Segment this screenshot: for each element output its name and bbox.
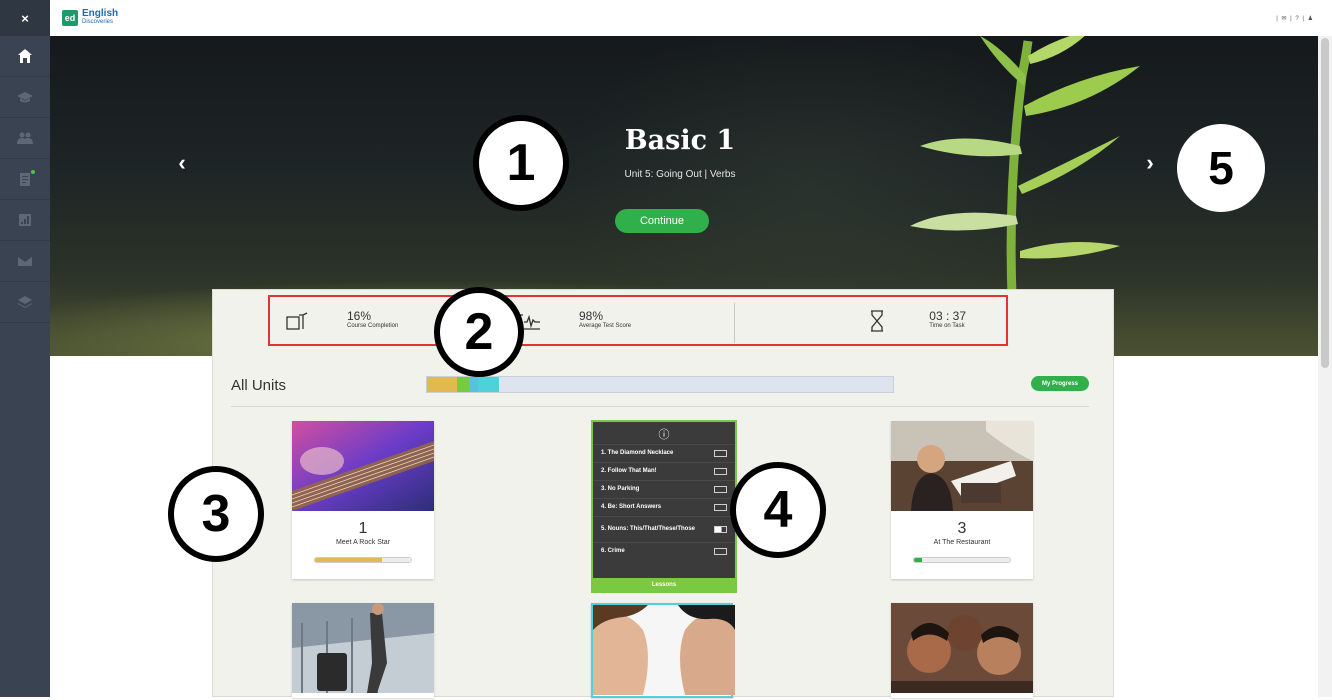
- course-panel: 16% Course Completion 98% Average Test S…: [212, 289, 1114, 698]
- logo-badge: ed: [62, 10, 78, 26]
- people-icon: [17, 132, 33, 144]
- stat-value: 03 : 37: [929, 308, 966, 323]
- units-progress-strip: [426, 376, 894, 393]
- lesson-status-box: [714, 526, 727, 533]
- stat-value: 98%: [579, 308, 604, 323]
- unit-progress-fill: [315, 558, 383, 562]
- stat-label: Course Completion: [347, 322, 399, 329]
- sidebar-item-messages[interactable]: [0, 241, 50, 282]
- unit-progress-bar: [913, 557, 1011, 563]
- unit-card-1[interactable]: 1 Meet A Rock Star: [291, 421, 435, 579]
- sidebar-item-library[interactable]: [0, 282, 50, 323]
- unit-6-image: [891, 603, 1033, 693]
- my-progress-button[interactable]: My Progress: [1031, 376, 1089, 391]
- unit-5-image: [593, 605, 735, 695]
- callout-4: 4: [730, 462, 826, 558]
- lesson-name: 3. No Parking: [601, 486, 640, 492]
- previous-course-button[interactable]: ‹: [172, 148, 192, 178]
- lesson-item[interactable]: 2. Follow That Man!: [593, 462, 735, 480]
- unit-number: 1: [358, 520, 368, 537]
- lesson-name: 5. Nouns: This/That/These/Those: [601, 526, 696, 532]
- lesson-name: 2. Follow That Man!: [601, 468, 657, 474]
- book-icon: [18, 296, 32, 308]
- stat-label: Time on Task: [929, 322, 965, 329]
- section-divider: [231, 406, 1089, 407]
- lesson-status-box: [714, 504, 727, 511]
- sidebar: ×: [0, 0, 50, 697]
- logo-title: English: [82, 8, 119, 19]
- logo-text: English Discoveries: [82, 9, 118, 27]
- all-units-heading: All Units: [231, 377, 287, 394]
- unit-4-image: [292, 603, 434, 693]
- unit-name: At The Restaurant: [933, 539, 991, 546]
- unit-card-5[interactable]: [591, 603, 735, 698]
- progress-segment: [468, 377, 479, 392]
- unit-1-image: [291, 421, 435, 511]
- lesson-status-box: [714, 450, 727, 457]
- lesson-status-box: [714, 548, 727, 555]
- callout-2: 2: [434, 287, 524, 377]
- scrollbar-thumb[interactable]: [1321, 38, 1329, 368]
- sidebar-item-home[interactable]: [0, 36, 50, 77]
- lessons-tab[interactable]: Lessons: [593, 578, 735, 591]
- progress-segment: [457, 377, 469, 392]
- page-scrollbar[interactable]: [1318, 36, 1332, 697]
- header-utilities[interactable]: | ✉ | ? | ♟: [1276, 15, 1314, 22]
- unit-name: Meet A Rock Star: [335, 539, 391, 546]
- stat-average-test-score: 98% Average Test Score: [502, 297, 734, 344]
- sidebar-item-courses[interactable]: [0, 77, 50, 118]
- hourglass-icon: [871, 309, 884, 332]
- sidebar-item-assignments[interactable]: [0, 159, 50, 200]
- top-bar: ed English Discoveries | ✉ | ? | ♟: [50, 0, 1332, 36]
- course-current-unit: Unit 5: Going Out | Verbs: [624, 169, 736, 180]
- course-title: Basic 1: [624, 125, 736, 156]
- stat-label: Average Test Score: [579, 322, 632, 329]
- unit-card-4[interactable]: [292, 603, 434, 698]
- callout-1: 1: [473, 115, 569, 211]
- logo-subtitle: Discoveries: [82, 19, 114, 25]
- sidebar-item-reports[interactable]: [0, 200, 50, 241]
- stat-value: 16%: [347, 308, 372, 323]
- progress-segment: [478, 377, 500, 392]
- close-menu-button[interactable]: ×: [0, 0, 50, 36]
- home-icon: [18, 49, 32, 63]
- unit-3-image: [891, 421, 1033, 511]
- lesson-name: 6. Crime: [601, 548, 625, 554]
- graduation-cap-icon: [17, 92, 33, 103]
- mail-icon: [18, 257, 32, 266]
- unit-2-lessons-card[interactable]: ⓘ 1. The Diamond Necklace 2. Follow That…: [591, 420, 737, 593]
- unit-progress-bar: [314, 557, 412, 563]
- course-stats-bar: 16% Course Completion 98% Average Test S…: [268, 295, 1008, 346]
- notification-dot: [31, 170, 35, 174]
- lesson-status-box: [714, 468, 727, 475]
- lesson-item[interactable]: 3. No Parking: [593, 480, 735, 498]
- unit-progress-fill: [914, 558, 922, 562]
- lesson-item[interactable]: 1. The Diamond Necklace: [593, 444, 735, 462]
- sidebar-item-community[interactable]: [0, 118, 50, 159]
- stat-time-on-task: 03 : 37 Time on Task: [734, 297, 1006, 344]
- report-icon: [19, 214, 31, 226]
- lesson-name: 4. Be: Short Answers: [601, 504, 662, 510]
- callout-5: 5: [1177, 124, 1265, 212]
- continue-button[interactable]: Continue: [615, 209, 709, 233]
- completion-flag-icon: [286, 311, 308, 330]
- lesson-item[interactable]: 5. Nouns: This/That/These/Those: [593, 516, 735, 542]
- unit-card-3[interactable]: 3 At The Restaurant: [891, 421, 1033, 579]
- unit-card-6[interactable]: [891, 603, 1033, 698]
- lesson-name: 1. The Diamond Necklace: [601, 450, 674, 456]
- lesson-status-box: [714, 486, 727, 493]
- progress-segment: [427, 377, 458, 392]
- next-course-button[interactable]: ›: [1140, 148, 1160, 178]
- callout-3: 3: [168, 466, 264, 562]
- lesson-item[interactable]: 4. Be: Short Answers: [593, 498, 735, 516]
- info-icon[interactable]: ⓘ: [593, 426, 735, 444]
- lesson-item[interactable]: 6. Crime: [593, 542, 735, 560]
- unit-number: 3: [957, 520, 967, 537]
- english-discoveries-logo[interactable]: ed English Discoveries: [62, 9, 118, 27]
